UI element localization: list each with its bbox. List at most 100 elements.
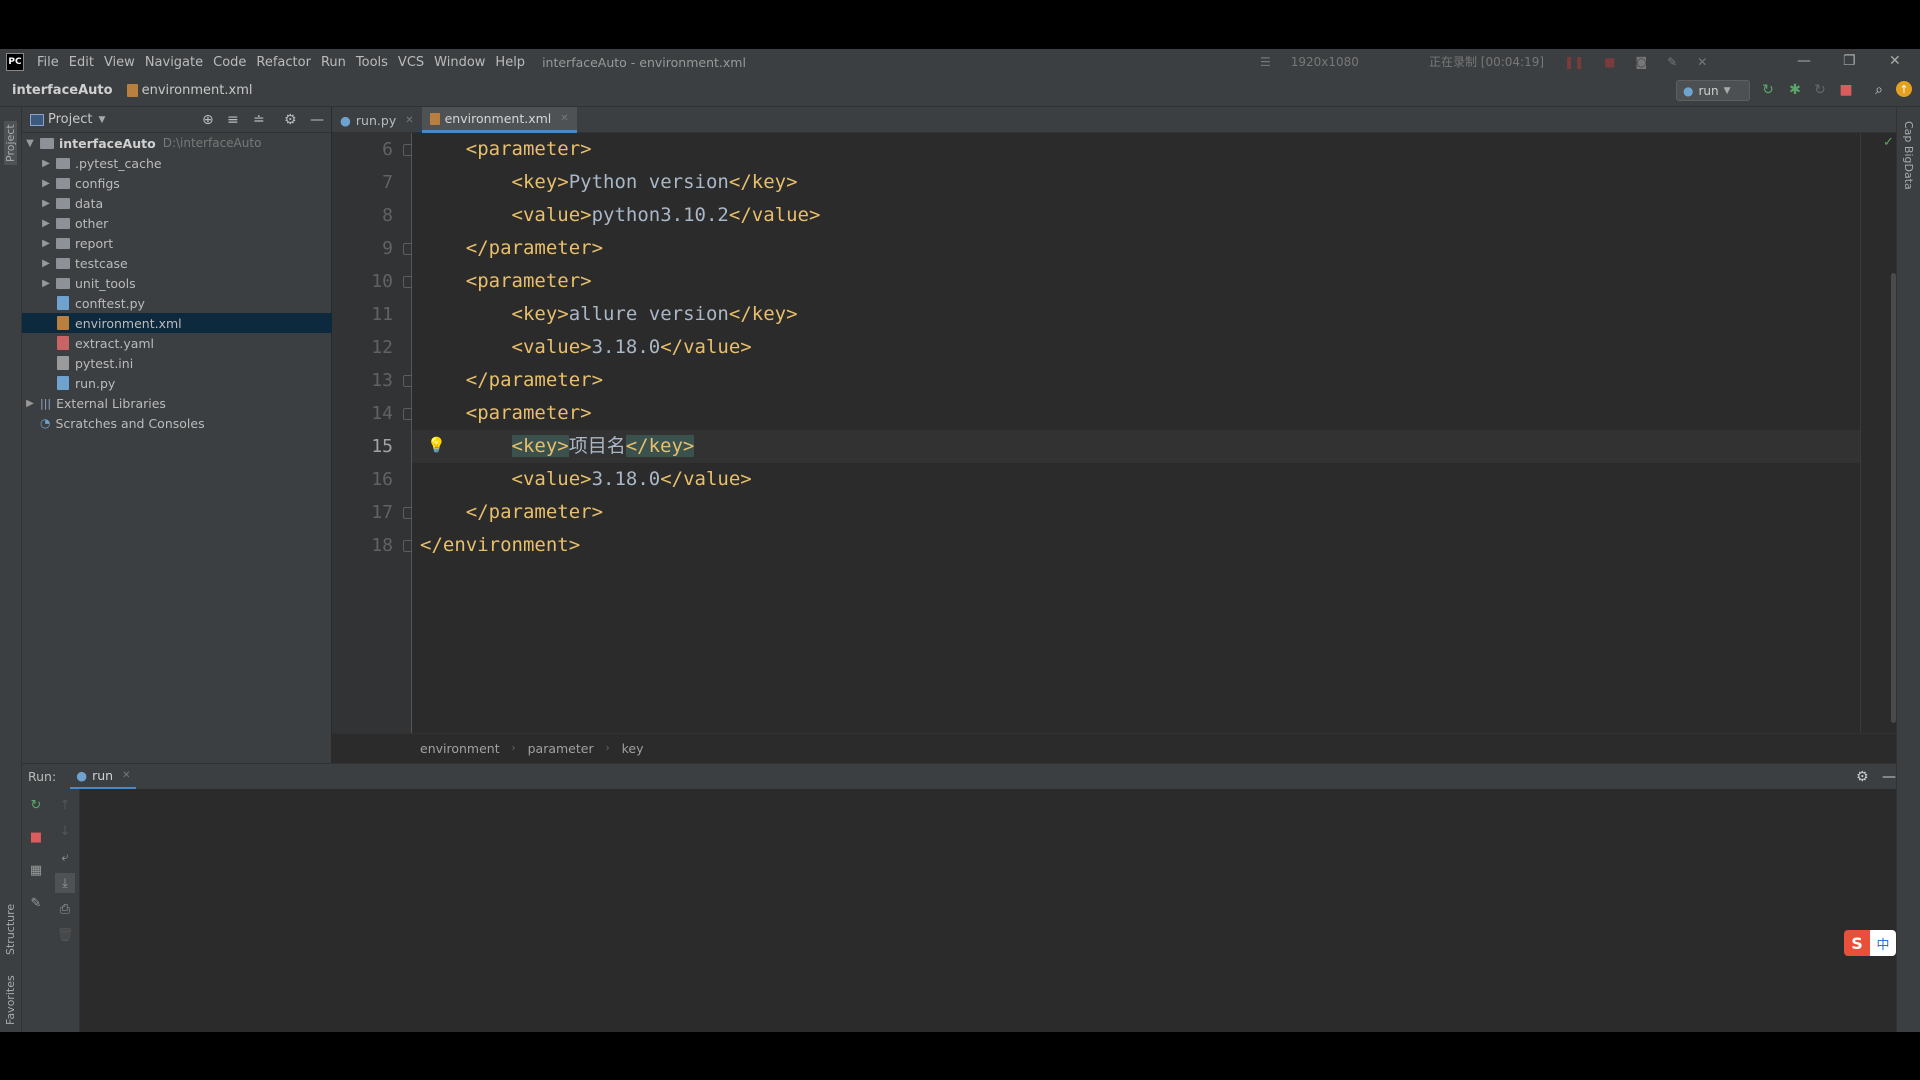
close-tab-icon[interactable]: ✕ [405,115,413,126]
update-icon[interactable]: ↑ [1896,81,1912,97]
menu-run[interactable]: Run [316,55,351,70]
recorder-close-icon[interactable]: ✕ [1697,55,1707,69]
soft-wrap-icon[interactable]: ⤶ [57,849,73,865]
locate-icon[interactable]: ⊕ [202,112,214,128]
tree-item[interactable]: ▶ unit_tools [22,273,332,293]
menu-vcs[interactable]: VCS [393,55,429,70]
chevron-down-icon[interactable]: ▼ [98,115,105,125]
tree-item[interactable]: ▶ configs [22,173,332,193]
recorder-pause-icon[interactable]: ❚❚ [1564,55,1584,69]
tree-item[interactable]: pytest.ini [22,353,332,373]
ime-indicator[interactable]: S 中 [1844,930,1896,956]
chevron-right-icon[interactable]: ▶ [24,398,36,409]
menu-tools[interactable]: Tools [351,55,393,70]
rerun-icon[interactable]: ↻ [1759,81,1777,99]
debug-icon[interactable]: ✱ [1786,81,1804,99]
menu-edit[interactable]: Edit [64,55,99,70]
code-line[interactable]: <key>项目名</key> [412,430,1896,463]
tree-root[interactable]: ▼ interfaceAuto D:\interfaceAuto [22,133,332,153]
tree-item[interactable]: ▶ other [22,213,332,233]
arrow-down-icon[interactable]: ↓ [57,823,73,839]
tree-item[interactable]: extract.yaml [22,333,332,353]
layout-icon[interactable]: ▦ [28,862,44,878]
recorder-camera-icon[interactable]: ◙ [1635,55,1647,69]
stripe-favorites-label[interactable]: Favorites [4,975,17,1025]
chevron-right-icon[interactable]: ▶ [40,198,52,209]
close-window-icon[interactable]: ✕ [1889,53,1901,69]
code-line[interactable]: </parameter> [412,232,603,265]
recorder-stop-icon[interactable]: ■ [1604,55,1615,69]
arrow-up-icon[interactable]: ↑ [57,797,73,813]
hide-panel-icon[interactable]: — [1882,769,1896,785]
gear-icon[interactable]: ⚙ [1856,769,1869,785]
code-line[interactable]: <value>3.18.0</value> [412,331,752,364]
close-tab-icon[interactable]: ✕ [560,113,568,124]
lightbulb-icon[interactable]: 💡 [427,436,446,454]
chevron-right-icon[interactable]: ▶ [40,158,52,169]
tree-scratches[interactable]: ◔ Scratches and Consoles [22,413,332,433]
minimize-icon[interactable]: — [1797,53,1811,69]
run-console-output[interactable] [80,789,1896,1032]
tree-external-libraries[interactable]: ▶ ||| External Libraries [22,393,332,413]
chevron-right-icon[interactable]: ▶ [40,258,52,269]
breadcrumb-item[interactable]: key [622,741,644,756]
code-line[interactable]: </parameter> [412,364,603,397]
stripe-project-label[interactable]: Project [4,121,17,165]
chevron-right-icon[interactable]: ▶ [40,218,52,229]
code-line[interactable]: </environment> [412,529,580,562]
menu-file[interactable]: File [32,55,64,70]
trash-icon[interactable]: 🗑 [57,927,74,943]
stop-icon[interactable]: ■ [28,829,44,845]
code-editor[interactable]: <parameter> <key>Python version</key> <v… [412,133,1896,733]
tree-item[interactable]: run.py [22,373,332,393]
print-icon[interactable]: ⎙ [57,901,73,917]
run-configuration-select[interactable]: ● run ▼ [1676,80,1750,101]
menu-code[interactable]: Code [208,55,251,70]
chevron-down-icon[interactable]: ▼ [24,138,36,149]
code-line[interactable]: <parameter> [412,133,592,166]
tab-run-py[interactable]: ● run.py ✕ [332,107,422,133]
scroll-to-end-icon[interactable]: ⤓ [55,873,75,893]
breadcrumb-item[interactable]: parameter [528,741,594,756]
chevron-right-icon[interactable]: ▶ [40,178,52,189]
nav-file[interactable]: environment.xml [126,83,252,98]
expand-all-icon[interactable]: ≡ [227,112,239,128]
recorder-menu-icon[interactable]: ☰ [1260,55,1271,69]
tree-item[interactable]: conftest.py [22,293,332,313]
code-line[interactable]: <key>allure version</key> [412,298,798,331]
code-line[interactable]: </parameter> [412,496,603,529]
menu-view[interactable]: View [99,55,140,70]
menu-window[interactable]: Window [429,55,490,70]
tree-item[interactable]: ▶ report [22,233,332,253]
nav-project-name[interactable]: interfaceAuto [12,83,113,98]
code-line[interactable]: <value>3.18.0</value> [412,463,752,496]
stop-icon[interactable]: ■ [1837,81,1855,99]
stripe-structure-label[interactable]: Structure [4,904,17,955]
restore-icon[interactable]: ❐ [1843,53,1856,69]
coverage-icon[interactable]: ↻ [1811,81,1829,99]
breadcrumb-item[interactable]: environment [420,741,500,756]
chevron-right-icon[interactable]: ▶ [40,238,52,249]
collapse-all-icon[interactable]: ≐ [253,112,265,128]
menu-help[interactable]: Help [490,55,530,70]
code-line[interactable]: <value>python3.10.2</value> [412,199,821,232]
gear-icon[interactable]: ⚙ [284,112,297,128]
menu-refactor[interactable]: Refactor [251,55,316,70]
code-line[interactable]: <parameter> [412,265,592,298]
tab-environment-xml[interactable]: environment.xml ✕ [421,107,577,133]
rerun-icon[interactable]: ↻ [28,797,44,813]
code-line[interactable]: <parameter> [412,397,592,430]
tree-item[interactable]: environment.xml [22,313,332,333]
menu-navigate[interactable]: Navigate [140,55,208,70]
run-tab[interactable]: ● run ✕ [70,764,137,790]
chevron-right-icon[interactable]: ▶ [40,278,52,289]
tree-item[interactable]: ▶ testcase [22,253,332,273]
close-tab-icon[interactable]: ✕ [122,770,130,781]
code-line[interactable]: <key>Python version</key> [412,166,798,199]
tree-item[interactable]: ▶ .pytest_cache [22,153,332,173]
project-view-select[interactable]: Project [48,112,92,127]
stripe-right-label[interactable]: Cap BigData [1902,121,1915,190]
search-icon[interactable]: ⌕ [1870,81,1888,99]
tree-item[interactable]: ▶ data [22,193,332,213]
recorder-pen-icon[interactable]: ✎ [1667,55,1677,69]
